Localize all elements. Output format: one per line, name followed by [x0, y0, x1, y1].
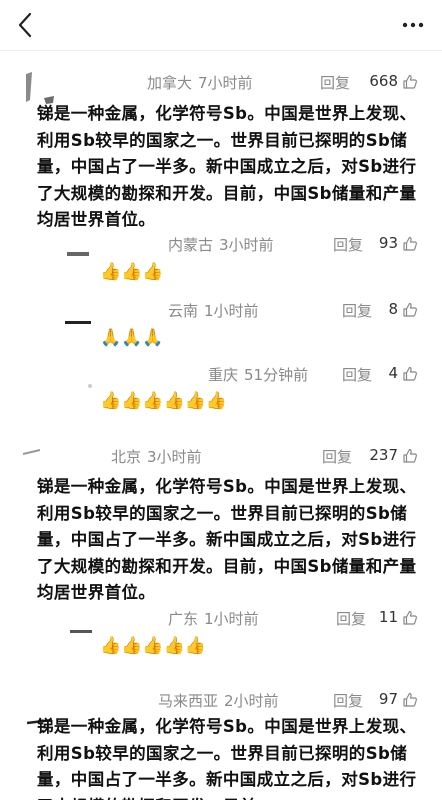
thumbs-up-icon[interactable]	[402, 448, 418, 464]
comment-time: 7小时前	[198, 74, 253, 92]
reply-emoji-text: 👍👍👍👍👍👍	[100, 391, 228, 411]
comment-location: 内蒙古	[168, 236, 214, 254]
reply-button[interactable]: 回复	[336, 608, 366, 629]
comment-location: 重庆	[208, 366, 239, 384]
comment-location: 北京	[111, 448, 142, 466]
reply-button[interactable]: 回复	[333, 234, 363, 255]
comment-meta: 广东 1小时前	[168, 608, 259, 629]
thumbs-up-icon[interactable]	[402, 74, 418, 90]
like-count: 668	[369, 72, 398, 90]
back-icon[interactable]	[12, 10, 40, 40]
reply-emoji-text: 👍👍👍	[100, 262, 164, 282]
avatar[interactable]	[22, 448, 42, 456]
comment-time: 51分钟前	[244, 366, 309, 384]
thumbs-up-icon[interactable]	[402, 692, 418, 708]
like-count: 11	[378, 608, 398, 626]
comment-text: 锑是一种金属，化学符号Sb。中国是世界上发现、利用Sb较早的国家之一。世界目前已…	[37, 104, 417, 229]
comment-meta: 加拿大 7小时前	[147, 72, 253, 93]
comment-meta: 云南 1小时前	[168, 300, 259, 321]
comment-time: 1小时前	[204, 302, 259, 320]
thumbs-up-icon[interactable]	[402, 236, 418, 252]
reply-emoji-text: 👍👍👍👍👍	[100, 636, 206, 656]
reply-button[interactable]: 回复	[333, 690, 363, 711]
more-options-icon[interactable]	[402, 18, 424, 32]
thumbs-up-icon[interactable]	[402, 366, 418, 382]
reply-button[interactable]: 回复	[320, 72, 350, 93]
reply-emoji-text: 🙏🙏🙏	[100, 328, 164, 348]
comment-meta: 北京 3小时前	[111, 446, 202, 467]
comment-text: 锑是一种金属，化学符号Sb。中国是世界上发现、利用Sb较早的国家之一。世界目前已…	[37, 477, 417, 602]
like-count: 93	[378, 234, 398, 252]
comment-location: 马来西亚	[158, 692, 219, 710]
like-count: 237	[369, 446, 398, 464]
comment-meta: 内蒙古 3小时前	[168, 234, 274, 255]
top-bar	[0, 0, 442, 51]
comment-time: 2小时前	[224, 692, 279, 710]
comment-time: 3小时前	[219, 236, 274, 254]
reply-button[interactable]: 回复	[322, 446, 352, 467]
like-count: 8	[388, 300, 398, 318]
avatar[interactable]	[88, 384, 92, 388]
avatar[interactable]	[67, 250, 91, 260]
thumbs-up-icon[interactable]	[402, 302, 418, 318]
comment-time: 3小时前	[147, 448, 202, 466]
comment-meta: 重庆 51分钟前	[208, 364, 308, 385]
thumbs-up-icon[interactable]	[402, 610, 418, 626]
like-count: 97	[378, 690, 398, 708]
comment-text: 锑是一种金属，化学符号Sb。中国是世界上发现、利用Sb较早的国家之一。世界目前已…	[37, 717, 417, 800]
comment-location: 云南	[168, 302, 199, 320]
like-count: 4	[388, 364, 398, 382]
comment-meta: 马来西亚 2小时前	[158, 690, 279, 711]
comment-location: 加拿大	[147, 74, 193, 92]
reply-button[interactable]: 回复	[342, 364, 372, 385]
comment-location: 广东	[168, 610, 199, 628]
avatar[interactable]	[70, 628, 94, 636]
comment-time: 1小时前	[204, 610, 259, 628]
avatar[interactable]	[65, 318, 93, 328]
reply-button[interactable]: 回复	[342, 300, 372, 321]
